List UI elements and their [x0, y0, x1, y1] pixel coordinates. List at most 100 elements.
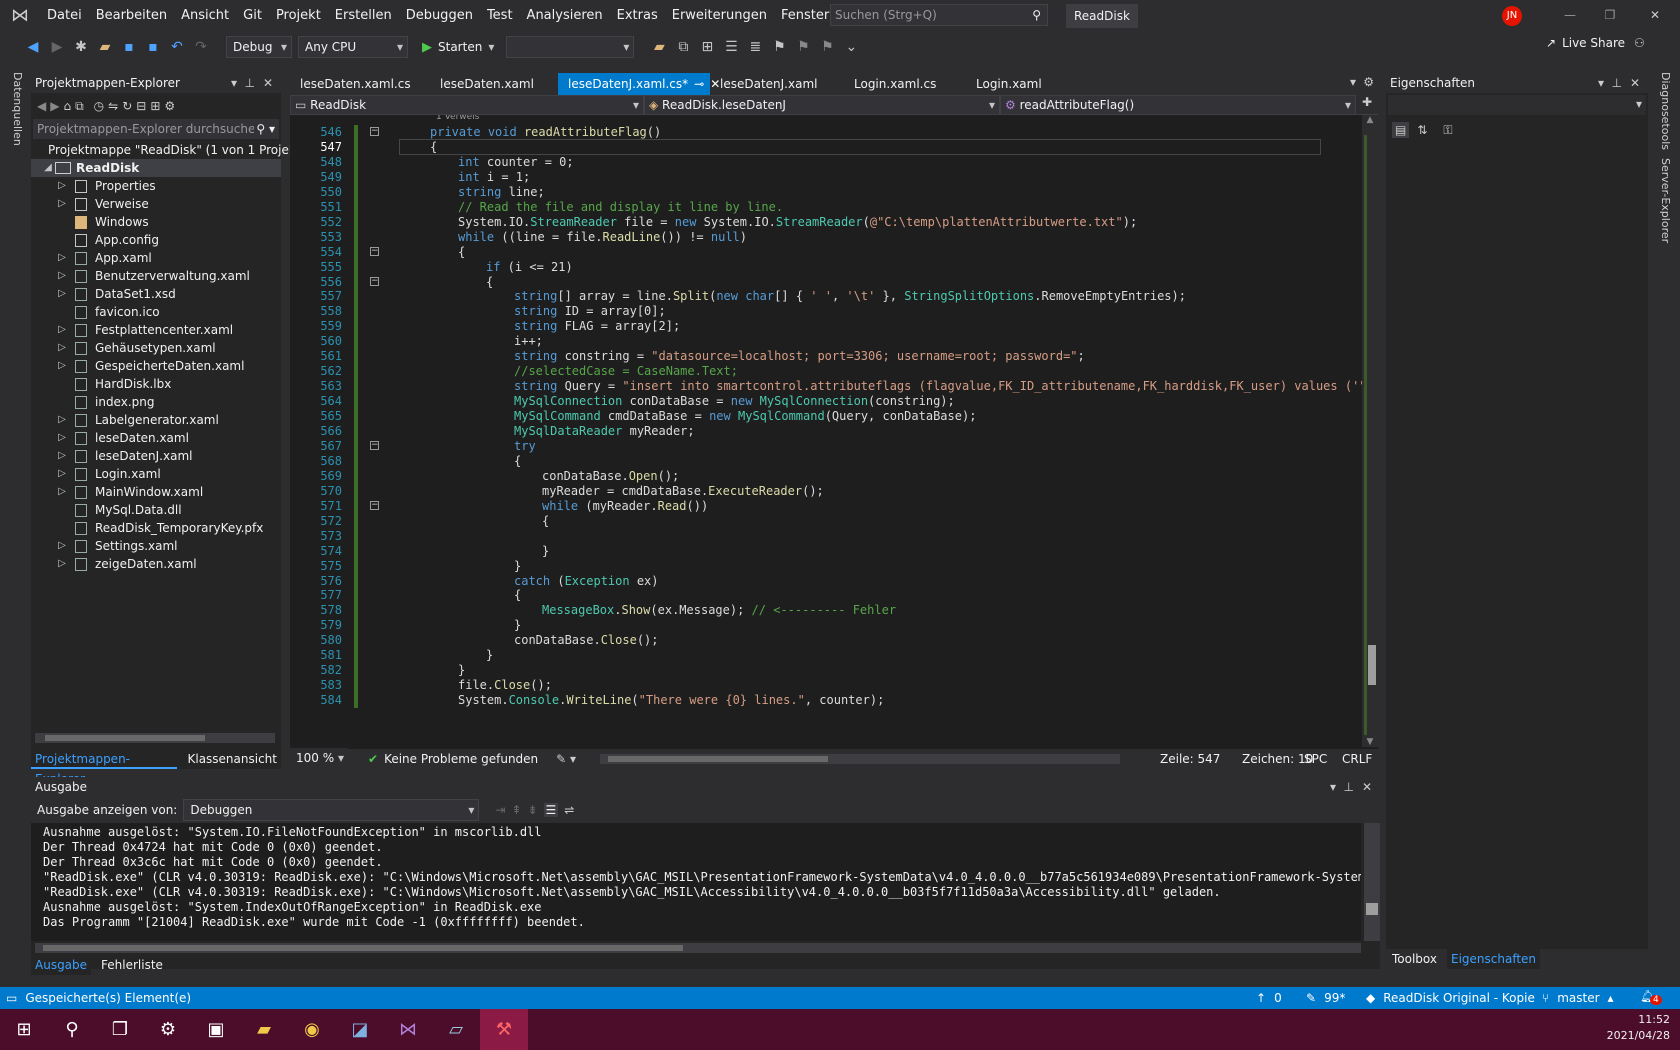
profile-icon[interactable]: ⚇	[1634, 36, 1645, 50]
expand-arrow-icon[interactable]: ▷	[55, 339, 69, 357]
tab-properties[interactable]: Eigenschaften	[1447, 949, 1541, 969]
expand-arrow-icon[interactable]: ▷	[55, 357, 69, 375]
visual-studio-icon[interactable]: ⋈	[384, 1009, 432, 1050]
history-icon[interactable]: ◷	[94, 99, 104, 113]
refresh-icon[interactable]: ↻	[122, 99, 132, 113]
tree-item-gespeichertedaten-xaml[interactable]: ▷ GespeicherteDaten.xaml	[31, 357, 281, 375]
menu-bearbeiten[interactable]: Bearbeiten	[89, 0, 174, 31]
panel-menu-icon[interactable]: ▾	[1330, 777, 1336, 797]
tab-error-list[interactable]: Fehlerliste	[97, 955, 167, 975]
target-dropdown[interactable]	[506, 36, 635, 58]
scroll-thumb[interactable]	[608, 756, 828, 762]
editor-vscroll[interactable]: ▲ ▼	[1362, 115, 1378, 747]
minimize-button[interactable]: —	[1550, 0, 1590, 31]
forward-icon[interactable]: ▶	[50, 99, 59, 113]
tab-solution-explorer[interactable]: Projektmappen-Explorer	[31, 749, 178, 786]
panel-close-icon[interactable]: ✕	[263, 73, 273, 93]
repo-indicator[interactable]: ◆ ReadDisk Original - Kopie	[1366, 991, 1535, 1005]
tree-item-zeigedaten-xaml[interactable]: ▷ zeigeDaten.xaml	[31, 555, 281, 573]
open-folder-icon[interactable]: ▰	[94, 36, 116, 58]
fold-toggle-icon[interactable]: −	[370, 500, 379, 510]
scroll-down-icon[interactable]: ▼	[1362, 737, 1378, 747]
class-nav-dropdown[interactable]: ◈ ReadDisk.leseDatenJ	[644, 95, 1000, 115]
collapse-arrow-icon[interactable]: ◢	[41, 159, 55, 177]
git-tool-icon[interactable]: ⚒	[480, 1009, 528, 1050]
tree-item-index-png[interactable]: index.png	[31, 393, 281, 411]
notifications-button[interactable]: 🔔︎ 4	[1640, 989, 1662, 1005]
screenshot-icon[interactable]: ⧉	[672, 36, 694, 58]
menu-erweiterungen[interactable]: Erweiterungen	[665, 0, 774, 31]
datasources-strip[interactable]: Datenquellen	[8, 72, 24, 152]
platform-dropdown[interactable]: Any CPU	[298, 36, 408, 58]
tab-pin-icon[interactable]: ⊸	[694, 73, 704, 95]
clear-all-icon[interactable]: ☰	[543, 803, 559, 817]
tree-item-geh-usetypen-xaml[interactable]: ▷ Gehäusetypen.xaml	[31, 339, 281, 357]
fold-toggle-icon[interactable]: −	[370, 127, 379, 136]
panel-menu-icon[interactable]: ▾	[231, 73, 237, 93]
push-indicator[interactable]: ↑ 0	[1256, 991, 1282, 1005]
menu-debuggen[interactable]: Debuggen	[399, 0, 480, 31]
solution-hscroll[interactable]	[35, 733, 275, 743]
split-icon[interactable]: ✚	[1356, 95, 1378, 114]
maximize-button[interactable]: ❐	[1590, 0, 1630, 31]
next-message-icon[interactable]: ⇟	[527, 803, 537, 817]
tree-item-app-xaml[interactable]: ▷ App.xaml	[31, 249, 281, 267]
hierarchy-icon[interactable]: ⊞	[696, 36, 718, 58]
tree-item-windows[interactable]: Windows	[31, 213, 281, 231]
tab-list-icon[interactable]: ▾	[1350, 75, 1356, 89]
tree-item-mysql-data-dll[interactable]: MySql.Data.dll	[31, 501, 281, 519]
edits-indicator[interactable]: ✎ 99*	[1306, 991, 1345, 1005]
scroll-thumb[interactable]	[1366, 903, 1378, 915]
bookmark-icon[interactable]: ⚑	[768, 36, 790, 58]
tab-login-cs[interactable]: Login.xaml.cs	[844, 73, 966, 95]
alphabetical-icon[interactable]: ⇅	[1417, 123, 1427, 137]
tree-item-mainwindow-xaml[interactable]: ▷ MainWindow.xaml	[31, 483, 281, 501]
solution-search[interactable]: Projektmappen-Explorer durchsuchen ( ⚲ ▾	[33, 119, 279, 139]
panel-close-icon[interactable]: ✕	[1630, 73, 1640, 93]
member-nav-dropdown[interactable]: ⚙ readAttributeFlag()	[1000, 95, 1356, 115]
codelens-references[interactable]: 1 Verweis	[436, 115, 479, 122]
search-box[interactable]: Suchen (Strg+Q) ⚲	[830, 4, 1048, 26]
tab-login-xaml[interactable]: Login.xaml	[966, 73, 1086, 95]
project-node[interactable]: ◢ ReadDisk	[31, 159, 281, 177]
menu-erstellen[interactable]: Erstellen	[328, 0, 399, 31]
expand-arrow-icon[interactable]: ▷	[55, 465, 69, 483]
output-vscroll[interactable]	[1364, 823, 1380, 941]
expand-arrow-icon[interactable]: ▷	[55, 447, 69, 465]
expand-arrow-icon[interactable]: ▷	[55, 483, 69, 501]
problems-indicator[interactable]: ✔ Keine Probleme gefunden	[368, 752, 538, 766]
switch-view-icon[interactable]: ⧉	[75, 99, 84, 114]
pin-icon[interactable]: ⊥	[1344, 777, 1354, 797]
tab-lesedaten-xaml[interactable]: leseDaten.xaml	[430, 73, 558, 95]
menu-extras[interactable]: Extras	[610, 0, 665, 31]
forward-icon[interactable]: ▶	[46, 36, 68, 58]
undo-icon[interactable]: ↶	[166, 36, 188, 58]
redo-icon[interactable]: ↷	[190, 36, 212, 58]
folder-icon[interactable]: ▰	[648, 36, 670, 58]
live-share-button[interactable]: ↗ Live Share	[1546, 36, 1625, 50]
output-source-dropdown[interactable]: Debuggen	[183, 799, 480, 821]
menu-ansicht[interactable]: Ansicht	[174, 0, 236, 31]
tree-item-settings-xaml[interactable]: ▷ Settings.xaml	[31, 537, 281, 555]
scroll-thumb[interactable]	[1368, 645, 1376, 685]
expand-arrow-icon[interactable]: ▷	[55, 429, 69, 447]
store-icon[interactable]: ▣	[192, 1009, 240, 1050]
expand-arrow-icon[interactable]: ▷	[55, 285, 69, 303]
tab-class-view[interactable]: Klassenansicht	[183, 749, 281, 769]
zoom-dropdown[interactable]: 100 %	[290, 748, 348, 770]
menu-datei[interactable]: Datei	[40, 0, 89, 31]
tree-item-app-config[interactable]: App.config	[31, 231, 281, 249]
menu-analysieren[interactable]: Analysieren	[520, 0, 610, 31]
tree-item-festplattencenter-xaml[interactable]: ▷ Festplattencenter.xaml	[31, 321, 281, 339]
prev-message-icon[interactable]: ⇞	[511, 803, 521, 817]
show-all-icon[interactable]: ⊞	[150, 99, 160, 113]
format-icon[interactable]: ☰	[720, 36, 742, 58]
code-area[interactable]: 1 Verweis 546 − private void readAttributeF…	[290, 115, 1362, 747]
bookmark-next-icon[interactable]: ⚑	[816, 36, 838, 58]
menu-git[interactable]: Git	[236, 0, 269, 31]
user-avatar[interactable]: JN	[1502, 6, 1522, 26]
tree-item-properties[interactable]: ▷ Properties	[31, 177, 281, 195]
pin-icon[interactable]: ⊥	[245, 73, 255, 93]
goto-location-icon[interactable]: ⇥	[495, 803, 505, 817]
tree-item-benutzerverwaltung-xaml[interactable]: ▷ Benutzerverwaltung.xaml	[31, 267, 281, 285]
